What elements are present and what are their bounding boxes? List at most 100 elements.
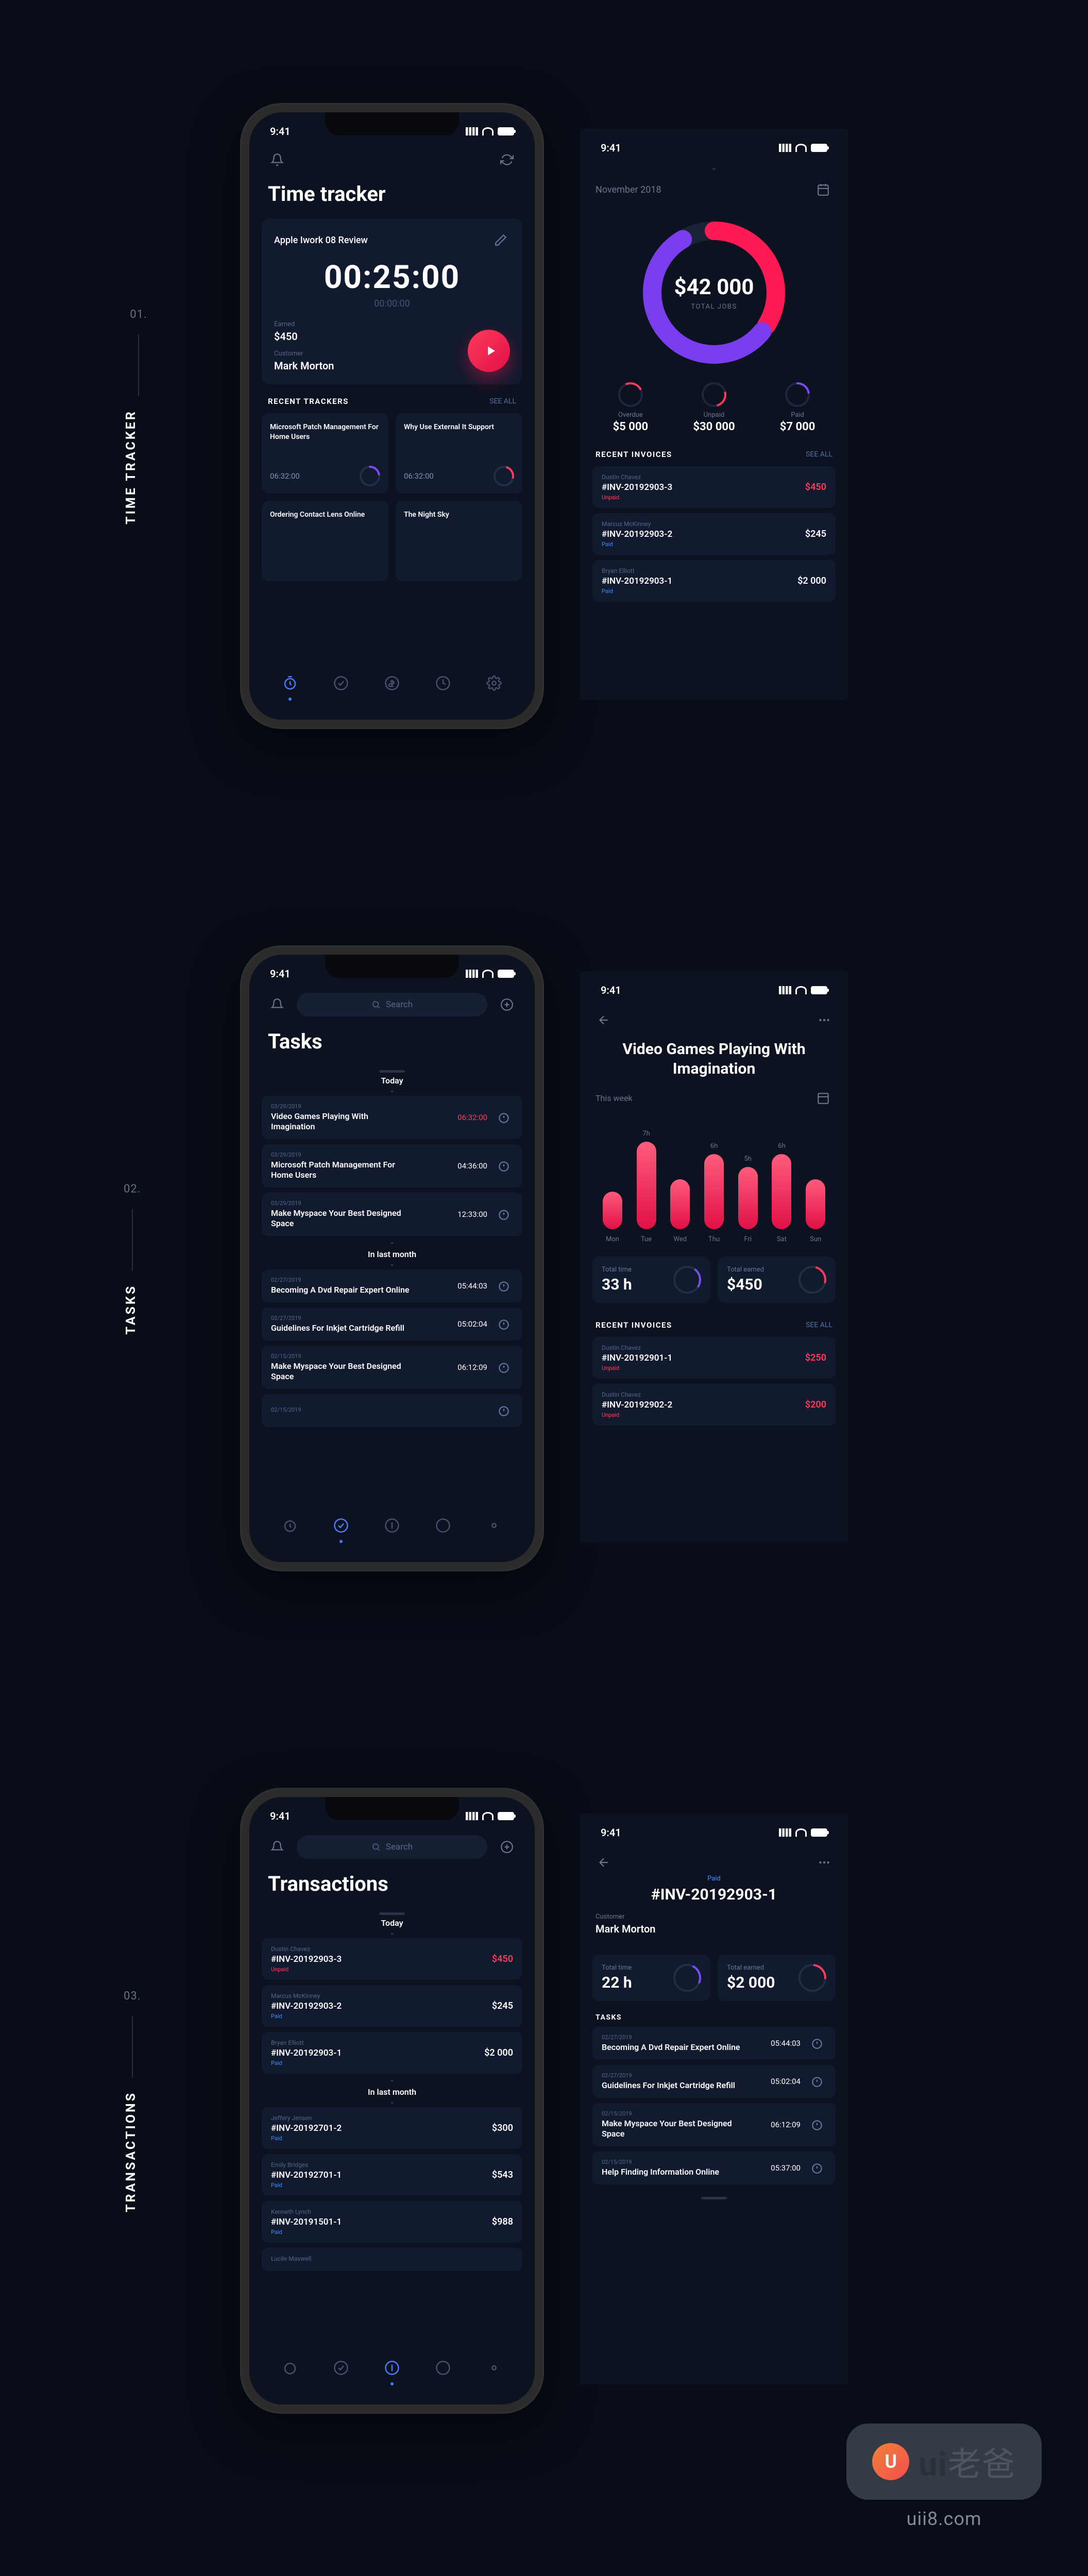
stat-overdue[interactable]: Overdue$5 000 [613, 382, 649, 433]
tab-settings[interactable] [486, 675, 502, 693]
add-icon[interactable] [498, 995, 516, 1014]
bar-column: Mon [596, 1188, 630, 1243]
task-item[interactable]: 02/27/2019 Guidelines For Inkjet Cartrid… [592, 2065, 836, 2098]
section-divider [138, 334, 139, 396]
task-time: 06:12:09 [457, 1363, 487, 1372]
recent-tracker-card[interactable]: Ordering Contact Lens Online [262, 501, 388, 581]
bell-icon[interactable] [268, 1838, 286, 1856]
task-item[interactable]: 02/27/2019 Becoming A Dvd Repair Expert … [262, 1269, 522, 1302]
tab-stats[interactable] [435, 1518, 451, 1535]
stat-paid[interactable]: Paid$7 000 [780, 382, 815, 433]
invoice-item[interactable]: Lucile Maxwell [262, 2248, 522, 2271]
task-name: Video Games Playing With Imagination [271, 1111, 410, 1132]
timer-icon[interactable] [495, 1277, 513, 1295]
invoice-status: Paid [602, 541, 672, 548]
play-button[interactable] [468, 330, 510, 372]
calendar-icon[interactable] [814, 180, 832, 199]
see-all-link[interactable]: SEE ALL [806, 450, 832, 459]
tab-stats[interactable] [435, 675, 451, 693]
tab-money[interactable] [384, 675, 400, 693]
task-item[interactable]: 02/27/2019 Becoming A Dvd Repair Expert … [592, 2027, 836, 2060]
invoice-item[interactable]: Marcus McKinney #INV-20192903-2 Paid $24… [592, 513, 836, 555]
task-item[interactable]: 03/29/2019 Microsoft Patch Management Fo… [262, 1144, 522, 1188]
back-icon[interactable] [594, 1853, 613, 1872]
tab-money[interactable] [384, 1518, 400, 1535]
tab-timer[interactable] [282, 1518, 298, 1535]
invoice-status: Unpaid [602, 1412, 672, 1418]
recent-tracker-card[interactable]: Microsoft Patch Management For Home User… [262, 413, 388, 494]
task-item[interactable]: 02/27/2019 Guidelines For Inkjet Cartrid… [262, 1308, 522, 1341]
search-input[interactable]: Search [297, 993, 487, 1016]
tab-timer[interactable] [282, 2360, 298, 2378]
back-icon[interactable] [594, 1011, 613, 1029]
tab-tasks[interactable] [333, 675, 349, 693]
bell-icon[interactable] [268, 150, 286, 169]
timer-icon[interactable] [808, 2115, 826, 2134]
invoice-id: #INV-20192903-2 [602, 529, 672, 539]
invoice-item[interactable]: Dustin Chavez #INV-20192902-2 Unpaid $20… [592, 1384, 836, 1426]
edit-icon[interactable] [491, 231, 510, 249]
bar [704, 1154, 724, 1229]
invoice-item[interactable]: Kenneth Lynch #INV-20191501-1 Paid $988 [262, 2201, 522, 2243]
invoice-status: Paid [271, 2060, 342, 2066]
section-title: TIME TRACKER [124, 410, 139, 524]
calendar-icon[interactable] [814, 1089, 832, 1107]
timer-icon[interactable] [495, 1205, 513, 1224]
task-item[interactable]: 03/29/2019 Make Myspace Your Best Design… [262, 1193, 522, 1236]
task-item[interactable]: 02/15/2019 Make Myspace Your Best Design… [262, 1346, 522, 1389]
drag-handle[interactable] [379, 1912, 405, 1915]
timer-icon[interactable] [808, 2034, 826, 2053]
invoice-item[interactable]: Marcus McKinney #INV-20192903-2 Paid $24… [262, 1985, 522, 2027]
refresh-icon[interactable] [498, 150, 516, 169]
section-number: 02. [124, 1182, 141, 1195]
task-item[interactable]: 02/15/2019 [262, 1394, 522, 1427]
section-time-tracker: 01. TIME TRACKER 9:41 Time trac [0, 103, 1088, 729]
invoice-item[interactable]: Dustin Chavez #INV-20192903-3 Unpaid $45… [262, 1938, 522, 1980]
chevron-down-icon[interactable]: ⌄ [580, 162, 848, 172]
see-all-link[interactable]: SEE ALL [489, 397, 516, 405]
task-name: Make Myspace Your Best Designed Space [271, 1361, 410, 1382]
tab-timer[interactable] [282, 675, 298, 693]
timer-icon[interactable] [495, 1157, 513, 1175]
recent-tracker-card[interactable]: Why Use External It Support 06:32:00 [396, 413, 522, 494]
see-all-link[interactable]: SEE ALL [806, 1321, 832, 1329]
add-icon[interactable] [498, 1838, 516, 1856]
drag-handle[interactable] [379, 1070, 405, 1073]
invoice-customer: Kenneth Lynch [271, 2208, 342, 2215]
recent-tracker-title: Ordering Contact Lens Online [270, 510, 380, 520]
more-icon[interactable] [815, 1011, 834, 1029]
timer-icon[interactable] [808, 2072, 826, 2091]
timer-icon[interactable] [808, 2159, 826, 2177]
drag-handle[interactable] [701, 2197, 727, 2199]
wifi-icon [482, 127, 494, 135]
timer-icon[interactable] [495, 1108, 513, 1127]
timer-icon[interactable] [495, 1358, 513, 1377]
recent-tracker-card[interactable]: The Night Sky [396, 501, 522, 581]
timer-icon[interactable] [495, 1401, 513, 1420]
tab-tasks[interactable] [333, 1518, 349, 1535]
battery-icon [498, 970, 514, 978]
invoice-id: #INV-20192701-2 [271, 2123, 342, 2133]
invoice-item[interactable]: Emily Bridges #INV-20192701-1 Paid $543 [262, 2154, 522, 2196]
invoice-item[interactable]: Bryan Elliott #INV-20192903-1 Paid $2 00… [592, 560, 836, 602]
bar-column: Sun [798, 1175, 832, 1243]
bell-icon[interactable] [268, 995, 286, 1014]
search-input[interactable]: Search [297, 1835, 487, 1859]
invoice-item[interactable]: Dustin Chavez #INV-20192901-1 Unpaid $25… [592, 1337, 836, 1379]
stat-unpaid[interactable]: Unpaid$30 000 [693, 382, 735, 433]
tab-tasks[interactable] [333, 2360, 349, 2378]
task-date: 02/15/2019 [602, 2110, 741, 2117]
tab-money[interactable] [384, 2360, 400, 2378]
tab-stats[interactable] [435, 2360, 451, 2378]
invoice-item[interactable]: Bryan Elliott #INV-20192903-1 Paid $2 00… [262, 2032, 522, 2074]
task-item[interactable]: 03/29/2019 Video Games Playing With Imag… [262, 1096, 522, 1139]
task-name: Make Myspace Your Best Designed Space [602, 2119, 741, 2139]
task-item[interactable]: 02/15/2019 Help Finding Information Onli… [592, 2151, 836, 2184]
timer-icon[interactable] [495, 1315, 513, 1333]
tab-settings[interactable] [486, 2360, 502, 2378]
invoice-item[interactable]: Dustin Chavez #INV-20192903-3 Unpaid $45… [592, 466, 836, 508]
more-icon[interactable] [815, 1853, 834, 1872]
tab-settings[interactable] [486, 1518, 502, 1535]
task-item[interactable]: 02/15/2019 Make Myspace Your Best Design… [592, 2103, 836, 2146]
invoice-item[interactable]: Jeffery Jensen #INV-20192701-2 Paid $300 [262, 2107, 522, 2149]
